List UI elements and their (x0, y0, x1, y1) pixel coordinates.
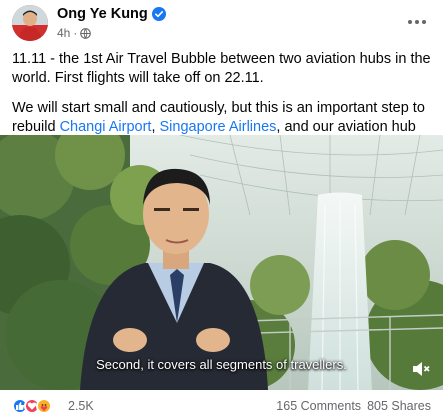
singapore-airlines-link[interactable]: Singapore Airlines (160, 119, 277, 135)
author-name[interactable]: Ong Ye Kung (57, 6, 148, 22)
post-meta: 4h · (57, 26, 92, 40)
video-subtitle: Second, it covers all segments of travel… (96, 357, 347, 372)
comments-count[interactable]: 165 Comments (276, 399, 361, 413)
post-paragraph-1: 11.11 - the 1st Air Travel Bubble betwee… (12, 51, 431, 86)
reaction-count[interactable]: 2.5K (68, 399, 94, 413)
globe-icon (80, 27, 92, 39)
post-footer: 2.5K 165 Comments 805 Shares (0, 392, 443, 416)
care-reaction-icon (36, 398, 52, 414)
meta-separator: · (73, 26, 78, 40)
author-name-row: Ong Ye Kung (57, 6, 166, 22)
verified-badge-icon (151, 7, 166, 21)
separator-text: , (151, 119, 160, 135)
post-header: Ong Ye Kung 4h · (0, 0, 443, 46)
post-time[interactable]: 4h (57, 26, 70, 40)
video-player[interactable]: Second, it covers all segments of travel… (0, 135, 443, 390)
author-avatar[interactable] (12, 5, 48, 41)
more-options-icon[interactable] (405, 10, 429, 34)
reaction-icons[interactable] (12, 398, 52, 414)
changi-airport-link[interactable]: Changi Airport (60, 119, 152, 135)
engagement-stats: 165 Comments 805 Shares (276, 399, 431, 413)
shares-count[interactable]: 805 Shares (367, 399, 431, 413)
video-frame (0, 135, 443, 390)
volume-muted-icon[interactable] (411, 359, 431, 379)
